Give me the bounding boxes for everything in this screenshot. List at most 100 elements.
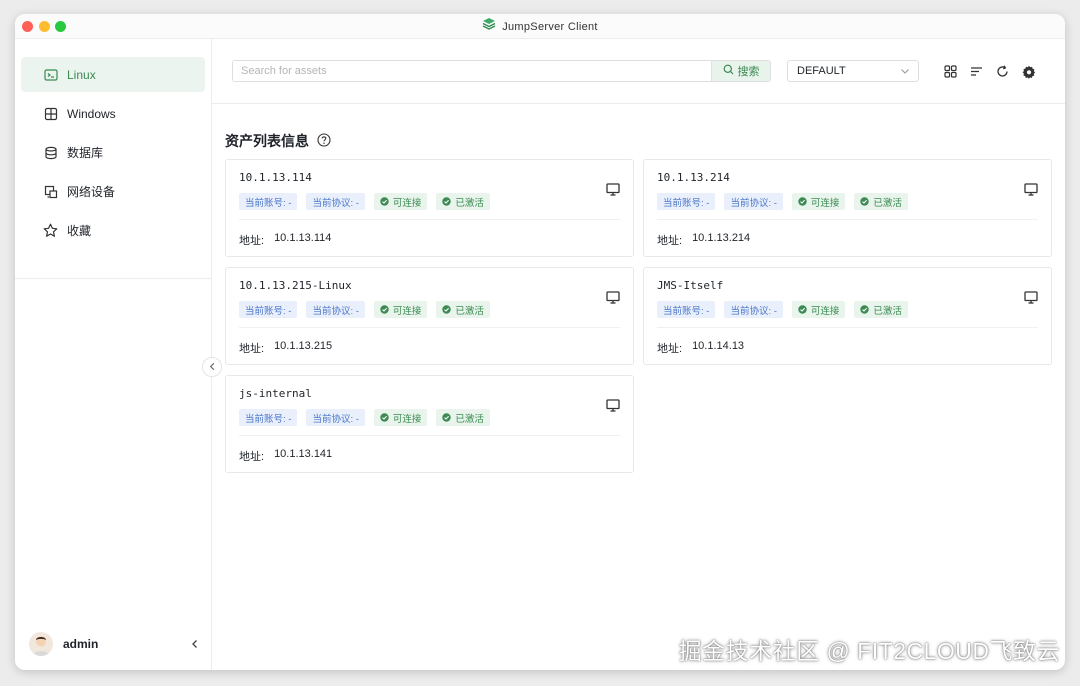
address-label: 地址: xyxy=(239,235,265,247)
check-circle-icon xyxy=(860,197,870,206)
asset-address: 地址: 10.1.14.13 xyxy=(657,340,744,356)
check-circle-icon xyxy=(798,305,807,314)
connectable-tag: 可连接 xyxy=(373,193,428,210)
sidebar-item-database[interactable]: 数据库 xyxy=(21,135,205,170)
sidebar-item-label: 收藏 xyxy=(67,224,92,238)
sort-icon[interactable] xyxy=(969,64,984,79)
sidebar-item-windows[interactable]: Windows xyxy=(21,96,205,131)
activated-tag-label: 已激活 xyxy=(873,305,902,317)
asset-name: 10.1.13.215-Linux xyxy=(239,279,352,292)
terminal-icon xyxy=(43,67,58,82)
activated-tag: 已激活 xyxy=(436,409,490,426)
sidebar-item-network-device[interactable]: 网络设备 xyxy=(21,174,205,209)
connectable-tag: 可连接 xyxy=(373,409,428,426)
sidebar-item-label: Linux xyxy=(67,67,96,82)
check-circle-icon xyxy=(442,413,452,422)
monitor-icon[interactable] xyxy=(606,291,620,309)
activated-tag: 已激活 xyxy=(436,301,490,318)
monitor-icon[interactable] xyxy=(606,183,620,201)
chevron-left-icon[interactable] xyxy=(190,636,200,654)
monitor-icon[interactable] xyxy=(1024,291,1038,309)
address-label: 地址: xyxy=(657,343,683,355)
database-icon xyxy=(43,145,58,160)
title-bar: JumpServer Client xyxy=(15,14,1065,39)
network-device-icon xyxy=(43,184,58,199)
collapse-sidebar-button[interactable] xyxy=(202,357,222,377)
asset-card[interactable]: js-internal 当前账号: - 当前协议: - 可连接 已激活 地址: … xyxy=(225,375,634,473)
search-input[interactable] xyxy=(233,61,711,81)
check-circle-icon xyxy=(442,305,452,314)
protocol-tag: 当前协议: - xyxy=(724,193,783,210)
sidebar-item-label: 网络设备 xyxy=(67,185,116,199)
activated-tag: 已激活 xyxy=(854,301,908,318)
search-button[interactable]: 搜索 xyxy=(711,61,770,81)
username: admin xyxy=(63,637,99,651)
connectable-tag: 可连接 xyxy=(373,301,428,318)
activated-tag: 已激活 xyxy=(854,193,908,210)
windows-icon xyxy=(43,106,58,121)
address-value: 10.1.14.13 xyxy=(692,340,745,352)
asset-card[interactable]: 10.1.13.215-Linux 当前账号: - 当前协议: - 可连接 已激… xyxy=(225,267,634,365)
organization-select[interactable]: DEFAULT xyxy=(787,60,919,82)
connectable-tag: 可连接 xyxy=(791,301,846,318)
account-tag: 当前账号: - xyxy=(239,301,298,318)
search-bar: 搜索 xyxy=(232,60,771,82)
connectable-tag-label: 可连接 xyxy=(810,197,840,209)
account-tag: 当前账号: - xyxy=(239,409,298,426)
card-divider xyxy=(657,327,1038,328)
asset-card[interactable]: 10.1.13.114 当前账号: - 当前协议: - 可连接 已激活 地址: … xyxy=(225,159,634,257)
address-value: 10.1.13.141 xyxy=(274,448,333,460)
check-circle-icon xyxy=(860,305,870,314)
asset-card[interactable]: 10.1.13.214 当前账号: - 当前协议: - 可连接 已激活 地址: … xyxy=(643,159,1052,257)
asset-tags: 当前账号: - 当前协议: - 可连接 已激活 xyxy=(239,301,490,318)
avatar[interactable] xyxy=(29,632,53,656)
connectable-tag-label: 可连接 xyxy=(392,197,422,209)
asset-name: 10.1.13.114 xyxy=(239,171,312,184)
sidebar: Linux Windows 数据库 网络设备 收藏 admin xyxy=(15,39,212,670)
monitor-icon[interactable] xyxy=(1024,183,1038,201)
check-circle-icon xyxy=(442,197,452,206)
help-icon[interactable] xyxy=(317,132,331,150)
asset-tags: 当前账号: - 当前协议: - 可连接 已激活 xyxy=(657,193,908,210)
card-divider xyxy=(239,327,620,328)
star-icon xyxy=(43,223,58,238)
activated-tag-label: 已激活 xyxy=(455,197,484,209)
asset-tags: 当前账号: - 当前协议: - 可连接 已激活 xyxy=(657,301,908,318)
sidebar-item-favorites[interactable]: 收藏 xyxy=(21,213,205,248)
address-label: 地址: xyxy=(657,235,683,247)
asset-card[interactable]: JMS-Itself 当前账号: - 当前协议: - 可连接 已激活 地址: 1… xyxy=(643,267,1052,365)
check-circle-icon xyxy=(380,413,389,422)
sidebar-nav: Linux Windows 数据库 网络设备 收藏 xyxy=(15,39,211,248)
asset-address: 地址: 10.1.13.214 xyxy=(657,232,750,248)
account-tag: 当前账号: - xyxy=(239,193,298,210)
address-value: 10.1.13.215 xyxy=(274,340,333,352)
protocol-tag: 当前协议: - xyxy=(306,193,365,210)
check-circle-icon xyxy=(798,197,807,206)
card-divider xyxy=(239,435,620,436)
protocol-tag: 当前协议: - xyxy=(306,409,365,426)
connectable-tag-label: 可连接 xyxy=(810,305,840,317)
chevron-left-icon xyxy=(208,358,217,376)
card-divider xyxy=(239,219,620,220)
protocol-tag: 当前协议: - xyxy=(306,301,365,318)
refresh-icon[interactable] xyxy=(995,64,1010,79)
user-profile[interactable]: admin xyxy=(15,618,212,670)
select-value: DEFAULT xyxy=(797,65,846,77)
address-value: 10.1.13.214 xyxy=(692,232,751,244)
section-header: 资产列表信息 xyxy=(225,131,331,151)
sidebar-item-linux[interactable]: Linux xyxy=(21,57,205,92)
card-divider xyxy=(657,219,1038,220)
asset-name: js-internal xyxy=(239,387,312,400)
main-content: 搜索 DEFAULT 资产列表信息 xyxy=(212,39,1065,670)
grid-view-icon[interactable] xyxy=(943,64,958,79)
activated-tag-label: 已激活 xyxy=(873,197,902,209)
monitor-icon[interactable] xyxy=(606,399,620,417)
settings-gear-icon[interactable] xyxy=(1021,64,1036,79)
asset-name: 10.1.13.214 xyxy=(657,171,730,184)
asset-name: JMS-Itself xyxy=(657,279,724,292)
protocol-tag: 当前协议: - xyxy=(724,301,783,318)
asset-tags: 当前账号: - 当前协议: - 可连接 已激活 xyxy=(239,193,490,210)
activated-tag-label: 已激活 xyxy=(455,413,484,425)
activated-tag: 已激活 xyxy=(436,193,490,210)
page-title: 资产列表信息 xyxy=(225,133,309,149)
